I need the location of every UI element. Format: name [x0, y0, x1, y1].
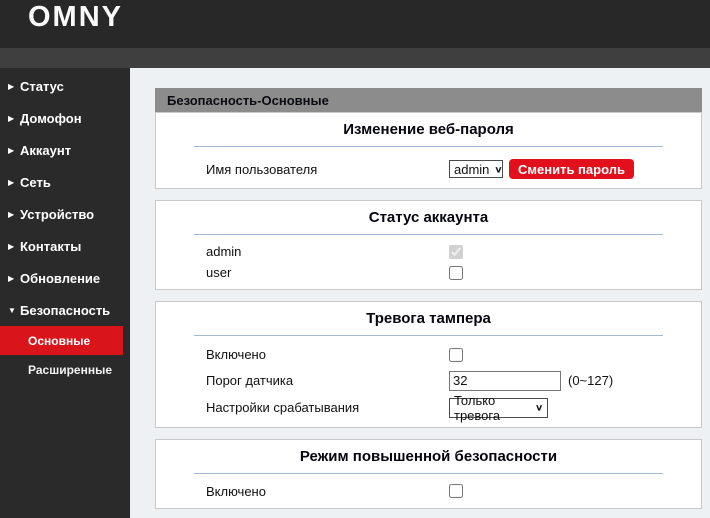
panel-secure-mode: Режим повышенной безопасности Включено	[155, 439, 702, 509]
chevron-down-icon: ∨	[535, 402, 543, 412]
sidebar-subitem-advanced[interactable]: Расширенные	[0, 355, 130, 384]
tamper-threshold-label: Порог датчика	[206, 373, 449, 388]
tamper-threshold-range: (0~127)	[568, 373, 613, 388]
triangle-right-icon: ▶	[8, 146, 20, 155]
page-title: Безопасность-Основные	[167, 93, 329, 108]
triangle-right-icon: ▶	[8, 82, 20, 91]
divider	[194, 234, 663, 235]
page-title-bar: Безопасность-Основные	[155, 88, 702, 112]
tamper-enabled-checkbox[interactable]	[449, 348, 463, 362]
panel-tamper-alarm: Тревога тампера Включено Порог датчика (…	[155, 301, 702, 428]
omny-logo: OMNY	[28, 2, 123, 33]
triangle-right-icon: ▶	[8, 210, 20, 219]
triangle-down-icon: ▼	[8, 306, 20, 315]
panel-title: Статус аккаунта	[156, 201, 701, 226]
sidebar-item-contacts[interactable]: ▶ Контакты	[0, 230, 130, 262]
sidebar-item-status[interactable]: ▶ Статус	[0, 70, 130, 102]
triangle-right-icon: ▶	[8, 274, 20, 283]
sidebar-item-network[interactable]: ▶ Сеть	[0, 166, 130, 198]
account-row-admin: admin	[156, 241, 701, 262]
username-select-value: admin	[454, 162, 489, 177]
triangle-right-icon: ▶	[8, 114, 20, 123]
admin-status-checkbox[interactable]	[449, 245, 463, 259]
account-row-user: user	[156, 262, 701, 283]
tamper-threshold-row: Порог датчика (0~127)	[156, 367, 701, 394]
chevron-down-icon: ∨	[494, 164, 502, 174]
tamper-trigger-label: Настройки срабатывания	[206, 400, 449, 415]
divider	[194, 335, 663, 336]
triangle-right-icon: ▶	[8, 242, 20, 251]
secure-enabled-row: Включено	[156, 480, 701, 502]
tamper-enabled-label: Включено	[206, 347, 449, 362]
sidebar-item-intercom[interactable]: ▶ Домофон	[0, 102, 130, 134]
user-label: user	[206, 265, 449, 280]
tamper-enabled-row: Включено	[156, 342, 701, 367]
panel-account-status: Статус аккаунта admin user	[155, 200, 702, 290]
sidebar: ▶ Статус ▶ Домофон ▶ Аккаунт ▶ Сеть ▶ Ус…	[0, 68, 130, 518]
admin-label: admin	[206, 244, 449, 259]
divider	[194, 146, 663, 147]
top-header: OMNY	[0, 0, 710, 48]
username-select[interactable]: admin ∨	[449, 160, 503, 178]
username-label: Имя пользователя	[206, 162, 449, 177]
tamper-threshold-input[interactable]	[449, 371, 561, 391]
user-status-checkbox[interactable]	[449, 266, 463, 280]
tamper-trigger-row: Настройки срабатывания Только тревога ∨	[156, 394, 701, 421]
sidebar-subitem-basic[interactable]: Основные	[0, 326, 123, 355]
tamper-trigger-select[interactable]: Только тревога ∨	[449, 398, 548, 418]
panel-title: Тревога тампера	[156, 302, 701, 327]
change-password-button[interactable]: Сменить пароль	[509, 159, 634, 179]
sidebar-item-upgrade[interactable]: ▶ Обновление	[0, 262, 130, 294]
sidebar-item-device[interactable]: ▶ Устройство	[0, 198, 130, 230]
content-area: Безопасность-Основные Изменение веб-паро…	[130, 68, 710, 518]
tamper-trigger-select-value: Только тревога	[454, 393, 530, 423]
secure-enabled-label: Включено	[206, 484, 449, 499]
panel-web-password: Изменение веб-пароля Имя пользователя ad…	[155, 112, 702, 189]
header-subbar	[0, 48, 710, 68]
triangle-right-icon: ▶	[8, 178, 20, 187]
sidebar-item-security[interactable]: ▼ Безопасность	[0, 294, 130, 326]
panel-title: Изменение веб-пароля	[156, 113, 701, 138]
panel-title: Режим повышенной безопасности	[156, 440, 701, 465]
secure-enabled-checkbox[interactable]	[449, 484, 463, 498]
divider	[194, 473, 663, 474]
sidebar-item-account[interactable]: ▶ Аккаунт	[0, 134, 130, 166]
